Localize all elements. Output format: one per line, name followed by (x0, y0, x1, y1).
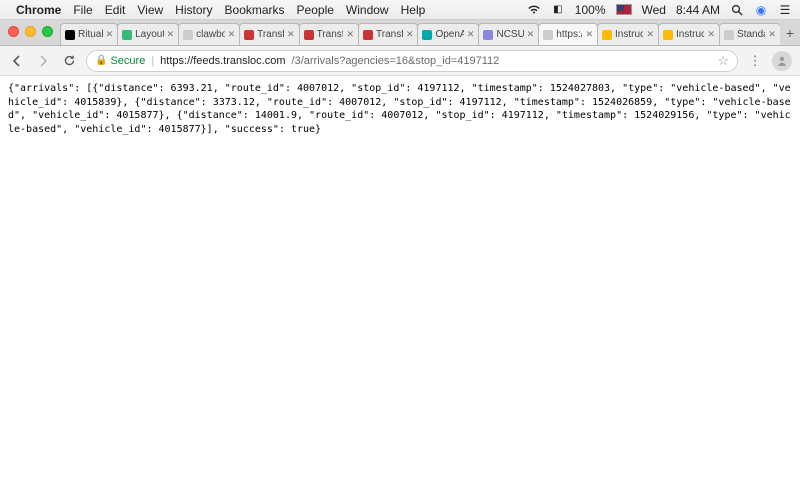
address-bar[interactable]: 🔒 Secure | https://feeds.transloc.com/3/… (86, 50, 738, 72)
tab-title: Layout (135, 29, 163, 40)
tab-close-icon[interactable]: ✕ (585, 29, 593, 40)
secure-indicator[interactable]: 🔒 Secure (95, 55, 145, 67)
tab-title: Ritual (78, 29, 103, 40)
url-path: /3/arrivals?agencies=16&stop_id=4197112 (292, 55, 500, 67)
tab-favicon (543, 30, 553, 40)
browser-tab[interactable]: NCSU ✕ (478, 23, 539, 45)
tab-favicon (65, 30, 75, 40)
browser-tab[interactable]: clawbo ✕ (178, 23, 240, 45)
wifi-icon[interactable] (527, 3, 541, 17)
browser-tab[interactable]: Standa✕ (719, 23, 780, 45)
tab-title: NCSU (496, 29, 523, 40)
battery-percent: 100% (575, 3, 606, 17)
tab-close-icon[interactable]: ✕ (167, 29, 175, 40)
tab-favicon (724, 30, 734, 40)
app-name[interactable]: Chrome (16, 3, 61, 17)
tab-close-icon[interactable]: ✕ (287, 29, 295, 40)
tab-favicon (304, 30, 314, 40)
tab-favicon (244, 30, 254, 40)
page-body: {"arrivals": [{"distance": 6393.21, "rou… (0, 76, 800, 142)
menu-file[interactable]: File (73, 3, 92, 17)
url-separator: | (151, 55, 154, 67)
tab-title: https:/ (556, 29, 582, 40)
lock-icon: 🔒 (95, 55, 107, 66)
tab-title: Transf (317, 29, 344, 40)
nav-back-button[interactable] (8, 52, 26, 70)
tab-favicon (363, 30, 373, 40)
browser-tab[interactable]: https:/✕ (538, 23, 598, 45)
menu-bookmarks[interactable]: Bookmarks (225, 3, 285, 17)
tab-close-icon[interactable]: ✕ (406, 29, 414, 40)
control-center-icon[interactable]: ◉ (754, 3, 768, 17)
tab-favicon (122, 30, 132, 40)
nav-forward-button[interactable] (34, 52, 52, 70)
spotlight-icon[interactable] (730, 3, 744, 17)
tab-close-icon[interactable]: ✕ (106, 29, 114, 40)
tab-favicon (483, 30, 493, 40)
tab-close-icon[interactable]: ✕ (467, 29, 475, 40)
tab-title: Instruc (676, 29, 704, 40)
clock-day[interactable]: Wed (642, 3, 666, 17)
menu-history[interactable]: History (175, 3, 212, 17)
tab-title: Instruc (615, 29, 643, 40)
clock-time[interactable]: 8:44 AM (676, 3, 720, 17)
browser-tab[interactable]: Layout ✕ (117, 23, 179, 45)
window-close[interactable] (8, 26, 19, 37)
tab-close-icon[interactable]: ✕ (768, 29, 776, 40)
mac-menubar: Chrome File Edit View History Bookmarks … (0, 0, 800, 20)
tab-favicon (602, 30, 612, 40)
browser-tabstrip: Ritual✕Layout✕clawbo✕Transf✕Transf✕Trans… (0, 20, 800, 46)
profile-avatar[interactable] (772, 51, 792, 71)
menu-view[interactable]: View (137, 3, 163, 17)
browser-tab[interactable]: Instruc✕ (658, 23, 720, 45)
tab-close-icon[interactable]: ✕ (527, 29, 535, 40)
bookmark-star-icon[interactable]: ☆ (717, 53, 729, 69)
browser-tab[interactable]: Transf✕ (299, 23, 359, 45)
notifications-icon[interactable]: ☰ (778, 3, 792, 17)
status-icons: ◧ 100% Wed 8:44 AM ◉ ☰ (527, 3, 792, 17)
nav-reload-button[interactable] (60, 52, 78, 70)
browser-tab[interactable]: Ritual✕ (60, 23, 118, 45)
window-minimize[interactable] (25, 26, 36, 37)
url-host: https://feeds.transloc.com (160, 55, 285, 67)
browser-tab[interactable]: Transf✕ (358, 23, 418, 45)
tab-close-icon[interactable]: ✕ (646, 29, 654, 40)
json-response-text: {"arrivals": [{"distance": 6393.21, "rou… (8, 83, 791, 135)
tab-title: clawbo (196, 29, 224, 40)
menu-people[interactable]: People (297, 3, 334, 17)
menu-window[interactable]: Window (346, 3, 389, 17)
tab-close-icon[interactable]: ✕ (228, 29, 236, 40)
tab-title: Standa (737, 29, 765, 40)
tab-favicon (422, 30, 432, 40)
browser-toolbar: 🔒 Secure | https://feeds.transloc.com/3/… (0, 46, 800, 76)
tab-favicon (663, 30, 673, 40)
secure-label: Secure (110, 55, 145, 67)
battery-icon[interactable]: ◧ (551, 3, 565, 17)
tab-title: OpenA (435, 29, 463, 40)
app-menu: Chrome File Edit View History Bookmarks … (16, 3, 425, 17)
browser-tab[interactable]: Transf✕ (239, 23, 299, 45)
tab-close-icon[interactable]: ✕ (707, 29, 715, 40)
browser-tab[interactable]: OpenA ✕ (417, 23, 479, 45)
window-zoom[interactable] (42, 26, 53, 37)
tab-title: Transf (257, 29, 284, 40)
tab-title: Transf (376, 29, 403, 40)
input-flag-icon[interactable] (616, 4, 632, 15)
tab-favicon (183, 30, 193, 40)
window-controls (8, 26, 53, 37)
menu-help[interactable]: Help (401, 3, 426, 17)
tab-close-icon[interactable]: ✕ (346, 29, 354, 40)
menu-edit[interactable]: Edit (105, 3, 126, 17)
chrome-menu-icon[interactable]: ⋮ (746, 53, 764, 69)
new-tab-button[interactable]: + (780, 25, 800, 41)
browser-tab[interactable]: Instruc✕ (597, 23, 659, 45)
